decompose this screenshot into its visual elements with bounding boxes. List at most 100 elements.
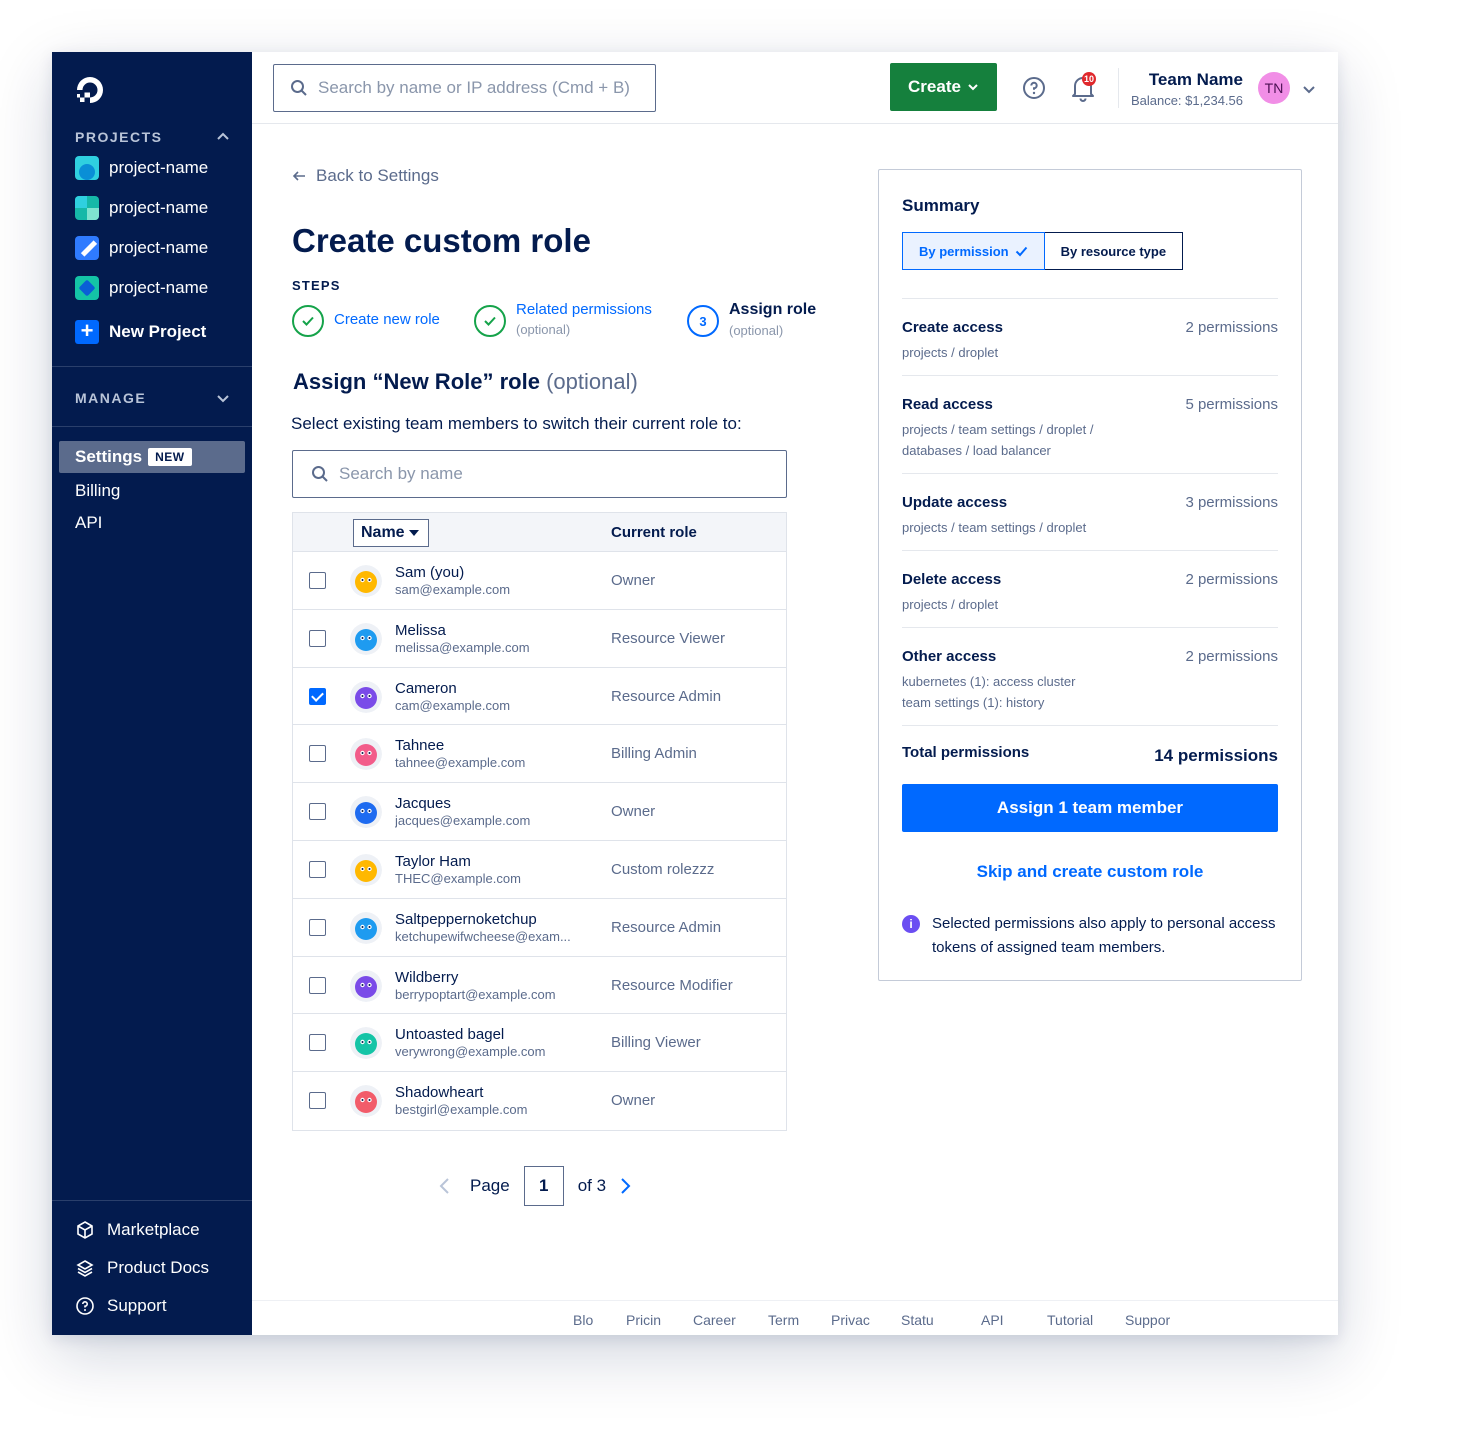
team-name[interactable]: Team Name — [1149, 70, 1243, 90]
member-search[interactable] — [292, 450, 787, 498]
notification-badge: 10 — [1082, 72, 1096, 86]
section-count: 3 permissions — [1185, 494, 1278, 511]
sidebar-item-api[interactable]: API — [75, 513, 102, 533]
footer-link-blog[interactable]: Blo — [573, 1312, 593, 1328]
sidebar: PROJECTS project-name project-name proje… — [52, 52, 252, 1335]
footer-link-support[interactable]: Suppor — [1125, 1312, 1170, 1328]
name-column-header: Name — [361, 524, 405, 541]
table-row[interactable]: Wildberry berrypoptart@example.com Resourc… — [293, 957, 786, 1015]
member-checkbox[interactable] — [309, 976, 326, 994]
footer-link-status[interactable]: Statu — [901, 1312, 934, 1328]
project-item[interactable]: project-name — [75, 194, 208, 222]
page-label: Page — [470, 1176, 510, 1195]
member-name: Melissa — [395, 621, 446, 639]
member-checkbox[interactable] — [309, 918, 326, 936]
tab-by-resource-type[interactable]: By resource type — [1044, 232, 1184, 270]
table-row[interactable]: Tahnee tahnee@example.com Billing Admin — [293, 725, 786, 784]
sidebar-item-settings[interactable]: Settings NEW — [59, 441, 245, 473]
tab-by-permission[interactable]: By permission — [902, 232, 1045, 270]
member-checkbox[interactable] — [309, 687, 326, 705]
table-row[interactable]: Shadowheart bestgirl@example.com Owner — [293, 1072, 786, 1130]
member-search-input[interactable] — [339, 464, 759, 484]
member-name: Saltpeppernoketchup — [395, 910, 537, 928]
section-detail: projects / team settings / droplet / dat… — [902, 422, 1094, 458]
member-checkbox[interactable] — [309, 745, 326, 763]
section-count: 5 permissions — [1185, 396, 1278, 413]
step-create-new-role[interactable]: Create new role — [292, 305, 440, 337]
support-label: Support — [107, 1296, 167, 1315]
page-number-input[interactable]: 1 — [523, 1166, 564, 1206]
table-row[interactable]: Untoasted bagel verywrong@example.com Bill… — [293, 1014, 786, 1073]
table-row[interactable]: Sam (you) sam@example.com Owner — [293, 552, 786, 610]
sidebar-item-billing[interactable]: Billing — [75, 481, 120, 501]
footer-link-api[interactable]: API — [981, 1312, 1004, 1328]
table-row[interactable]: Melissa melissa@example.com Resource Viewe… — [293, 610, 786, 668]
footer-link-privacy[interactable]: Privac — [831, 1312, 870, 1328]
sidebar-item-product-docs[interactable]: Product Docs — [75, 1258, 209, 1278]
table-row[interactable]: Taylor Ham THEC@example.com Custom rolezzz — [293, 841, 786, 899]
avatar[interactable]: TN — [1258, 72, 1290, 104]
skip-link[interactable]: Skip and create custom role — [902, 862, 1278, 882]
member-current-role: Custom rolezzz — [611, 860, 715, 878]
step-related-permissions[interactable]: Related permissions (optional) — [474, 301, 652, 337]
summary-section-other: Other access 2 permissions kubernetes (1… — [902, 627, 1278, 725]
member-checkbox[interactable] — [309, 1092, 326, 1110]
total-label: Total permissions — [902, 744, 1030, 761]
section-detail: projects / droplet — [902, 345, 999, 360]
back-to-settings-link[interactable]: Back to Settings — [292, 166, 439, 186]
sidebar-divider — [52, 366, 252, 367]
sidebar-item-support[interactable]: Support — [75, 1296, 167, 1316]
plus-icon: + — [75, 320, 99, 344]
global-search-input[interactable] — [318, 78, 638, 98]
global-search[interactable] — [273, 64, 656, 112]
chevron-right-icon[interactable] — [620, 1177, 632, 1195]
assign-button[interactable]: Assign 1 team member — [902, 784, 1278, 832]
member-checkbox[interactable] — [309, 629, 326, 647]
summary-section-create: Create access 2 permissions projects / d… — [902, 298, 1278, 375]
chevron-up-icon[interactable] — [216, 130, 230, 144]
new-project-button[interactable]: + New Project — [75, 320, 206, 344]
member-current-role: Resource Admin — [611, 918, 722, 936]
project-item[interactable]: project-name — [75, 154, 208, 182]
section-detail: kubernetes (1): access cluster team sett… — [902, 671, 1202, 713]
chevron-down-icon[interactable] — [216, 391, 230, 405]
member-name: Shadowheart — [395, 1084, 484, 1102]
project-item[interactable]: project-name — [75, 274, 208, 302]
member-checkbox[interactable] — [309, 860, 326, 878]
footer-link-careers[interactable]: Career — [693, 1312, 736, 1328]
chevron-down-icon[interactable] — [1302, 82, 1316, 96]
sidebar-divider — [52, 1200, 252, 1201]
member-checkbox[interactable] — [309, 803, 326, 821]
member-checkbox[interactable] — [309, 572, 326, 589]
step-label: Assign role — [729, 301, 817, 318]
step-number: 3 — [687, 305, 719, 337]
footer-link-terms[interactable]: Term — [768, 1312, 799, 1328]
member-checkbox[interactable] — [309, 1034, 326, 1052]
section-heading: Other access — [902, 648, 997, 665]
table-row[interactable]: Saltpeppernoketchup ketchupewifwcheese@ex… — [293, 899, 786, 957]
member-avatar — [350, 565, 382, 597]
table-row[interactable]: Jacques jacques@example.com Owner — [293, 783, 786, 841]
create-button[interactable]: Create — [890, 63, 997, 111]
section-heading: Read access — [902, 396, 993, 413]
member-current-role: Owner — [611, 572, 656, 589]
chevron-left-icon[interactable] — [438, 1177, 450, 1195]
page-title: Create custom role — [292, 222, 591, 259]
member-email: ketchupewifwcheese@exam... — [395, 928, 571, 944]
assign-title-text: Assign “New Role” role — [293, 369, 540, 394]
footer-link-tutorials[interactable]: Tutorial — [1047, 1312, 1093, 1328]
name-sort-button[interactable]: Name — [353, 519, 429, 547]
table-row[interactable]: Cameron cam@example.com Resource Admin — [293, 668, 786, 726]
footer-link-pricing[interactable]: Pricin — [626, 1312, 661, 1328]
sidebar-item-marketplace[interactable]: Marketplace — [75, 1220, 200, 1240]
help-circle-icon — [76, 1297, 94, 1315]
chevron-down-icon — [968, 84, 978, 91]
assign-title-optional: (optional) — [546, 369, 638, 394]
project-item[interactable]: project-name — [75, 234, 208, 262]
help-icon[interactable] — [1022, 76, 1046, 100]
check-circle-icon — [292, 305, 324, 337]
section-count: 2 permissions — [1185, 571, 1278, 588]
footer: Blo Pricin Career Term Privac Statu API … — [252, 1300, 1338, 1335]
assign-title: Assign “New Role” role (optional) — [293, 369, 638, 395]
digitalocean-logo-icon[interactable] — [74, 74, 106, 106]
